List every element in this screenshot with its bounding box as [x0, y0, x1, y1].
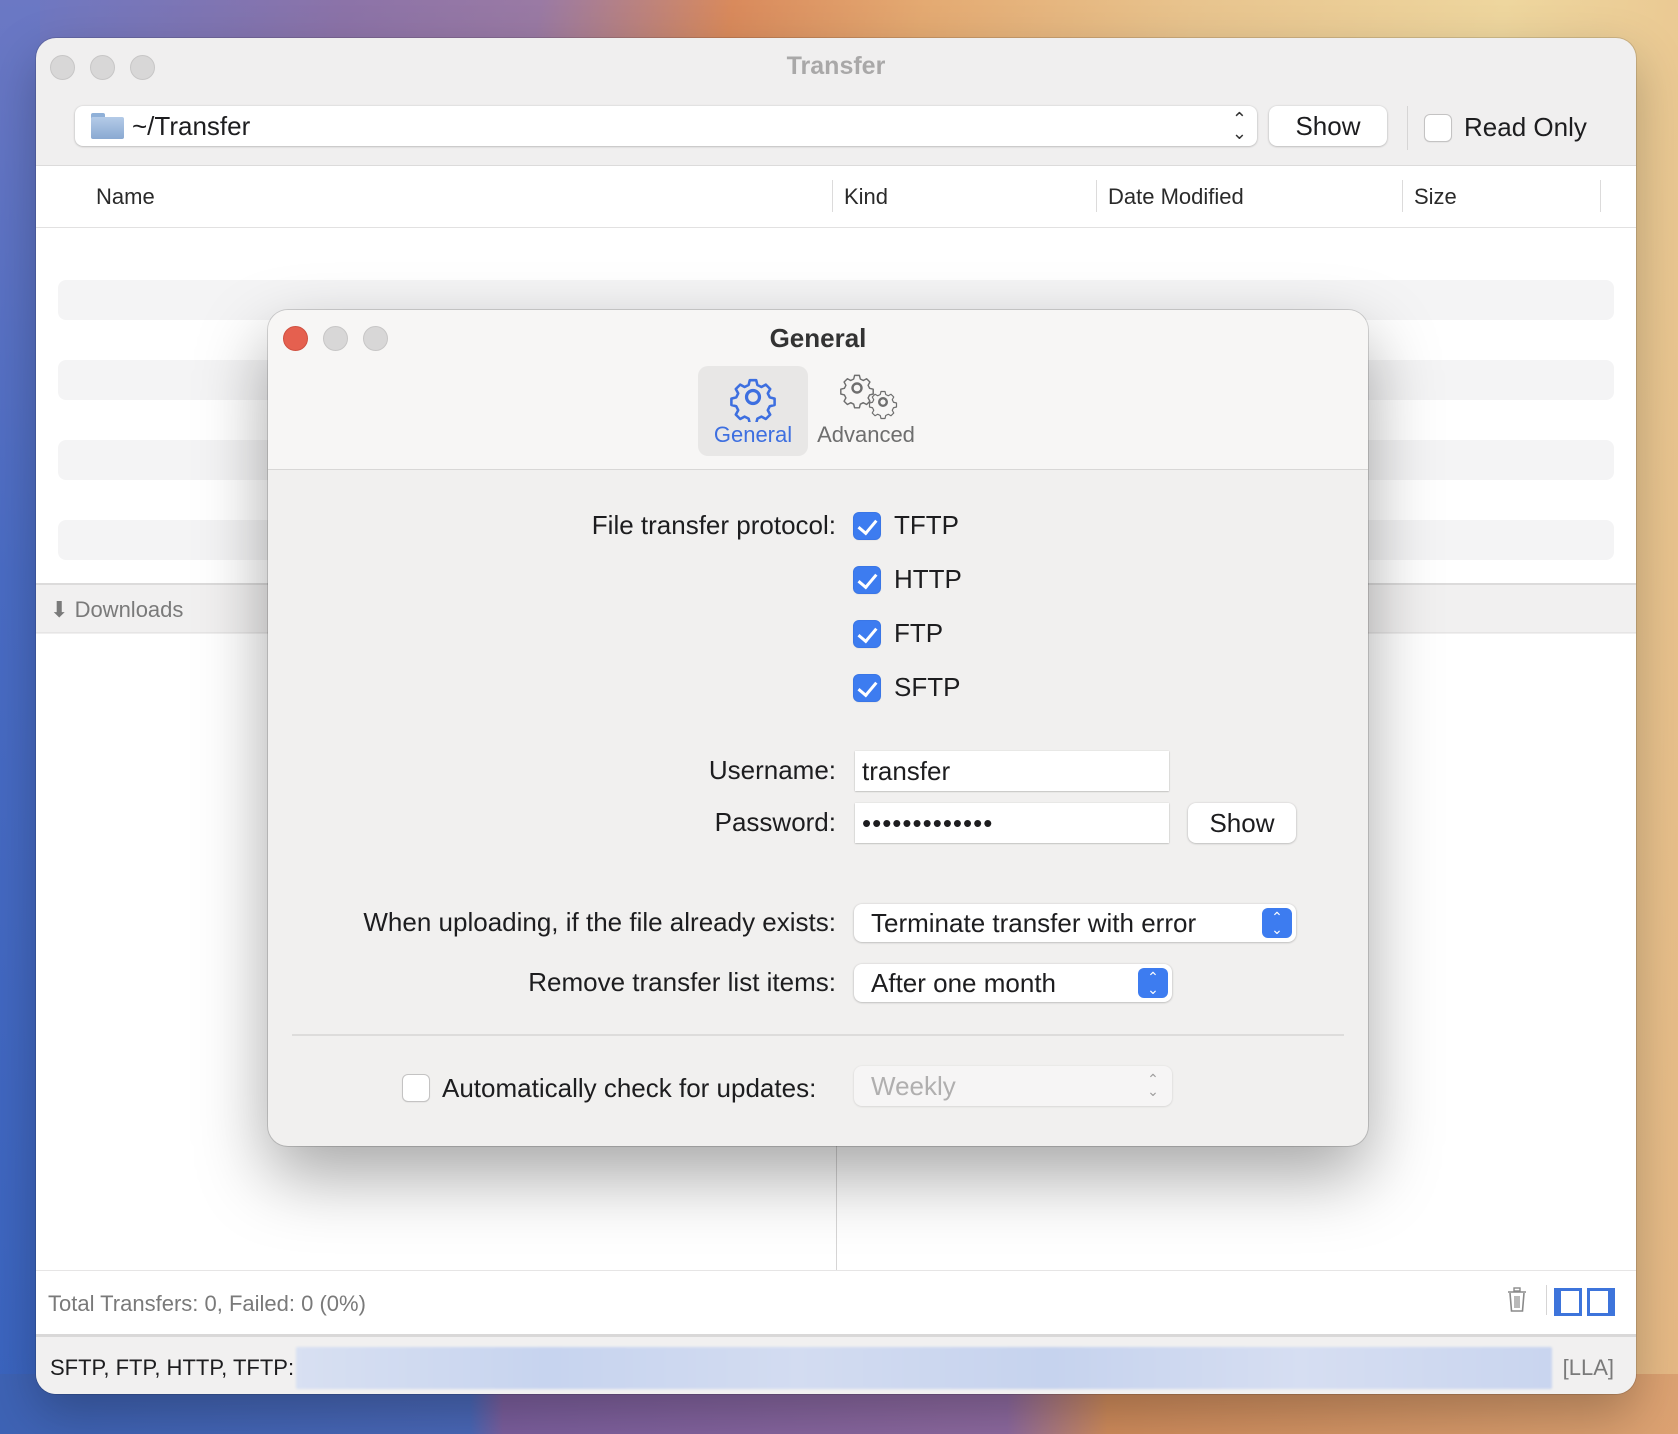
path-value: ~/Transfer [132, 110, 251, 141]
column-header-date-modified[interactable]: Date Modified [1108, 184, 1244, 210]
username-field[interactable]: transfer [855, 751, 1169, 791]
desktop-wallpaper [0, 0, 40, 1434]
path-popup[interactable]: ~/Transfer ⌃ ⌄ [75, 106, 1257, 146]
ftp-label: FTP [894, 618, 944, 648]
read-only-label: Read Only [1464, 112, 1587, 142]
column-header-kind[interactable]: Kind [844, 184, 888, 210]
column-separator[interactable] [1096, 180, 1097, 212]
sftp-checkbox[interactable] [853, 674, 881, 702]
chevron-updown-icon: ⌃ ⌄ [1262, 908, 1292, 938]
protocols-label: SFTP, FTP, HTTP, TFTP: [50, 1355, 295, 1380]
lla-label: [LLA] [1562, 1355, 1614, 1380]
gear-icon [730, 378, 776, 422]
left-panel-toggle-icon[interactable] [1554, 1288, 1582, 1316]
auto-update-label: Automatically check for updates: [442, 1073, 817, 1103]
section-divider [292, 1034, 1344, 1036]
auto-update-checkbox[interactable] [402, 1074, 430, 1102]
auto-update-frequency-select[interactable]: Weekly ⌃ ⌄ [854, 1066, 1172, 1106]
tftp-checkbox[interactable] [853, 512, 881, 540]
title-bar: Transfer [36, 38, 1636, 94]
upload-exists-value: Terminate transfer with error [871, 907, 1197, 938]
general-preferences-dialog: General General Advanced File transfer p… [268, 310, 1368, 1146]
column-header-size[interactable]: Size [1414, 184, 1457, 210]
status-bar: Total Transfers: 0, Failed: 0 (0%) [36, 1270, 1636, 1334]
show-password-button[interactable]: Show [1188, 803, 1296, 843]
trash-icon[interactable] [1507, 1287, 1527, 1313]
column-separator[interactable] [1402, 180, 1403, 212]
right-panel-toggle-icon[interactable] [1587, 1288, 1615, 1316]
folder-icon [91, 113, 124, 139]
sftp-label: SFTP [894, 672, 961, 702]
chevron-updown-icon: ⌃ ⌄ [1138, 968, 1168, 998]
http-label: HTTP [894, 564, 962, 594]
column-separator[interactable] [832, 180, 833, 212]
remove-items-value: After one month [871, 967, 1056, 998]
read-only-checkbox[interactable] [1424, 114, 1452, 142]
dialog-toolbar: General General Advanced [268, 310, 1368, 470]
ftp-checkbox[interactable] [853, 620, 881, 648]
gears-icon [840, 374, 898, 420]
tab-general-label: General [713, 422, 793, 447]
show-folder-button[interactable]: Show [1269, 106, 1387, 146]
redacted-addresses [296, 1347, 1552, 1389]
dialog-title: General [769, 323, 867, 353]
password-field[interactable]: ••••••••••••• [855, 803, 1169, 843]
tab-advanced-label: Advanced [817, 422, 915, 447]
upload-exists-select[interactable]: Terminate transfer with error ⌃ ⌄ [854, 904, 1296, 942]
downloads-label: Downloads [74, 597, 184, 622]
window-title: Transfer [786, 52, 886, 80]
toolbar-divider [1407, 106, 1408, 150]
chevron-updown-icon: ⌃ ⌄ [1147, 1071, 1159, 1099]
remove-items-select[interactable]: After one month ⌃ ⌄ [854, 964, 1172, 1002]
tftp-label: TFTP [894, 510, 959, 540]
remove-items-label: Remove transfer list items: [528, 967, 836, 997]
chevron-updown-icon: ⌃ ⌄ [1231, 109, 1247, 143]
download-arrow-icon: ⬇ [50, 597, 69, 622]
tab-general[interactable]: General [698, 366, 808, 456]
address-bar: SFTP, FTP, HTTP, TFTP: [LLA] [36, 1334, 1636, 1394]
auto-update-frequency-value: Weekly [871, 1070, 956, 1101]
upload-exists-label: When uploading, if the file already exis… [363, 907, 836, 937]
column-header-name[interactable]: Name [96, 184, 155, 210]
status-text: Total Transfers: 0, Failed: 0 (0%) [48, 1291, 366, 1316]
protocol-label: File transfer protocol: [591, 510, 836, 540]
column-separator[interactable] [1600, 180, 1601, 212]
http-checkbox[interactable] [853, 566, 881, 594]
password-label: Password: [714, 807, 836, 837]
username-label: Username: [708, 755, 836, 785]
tab-advanced[interactable]: Advanced [811, 366, 921, 456]
